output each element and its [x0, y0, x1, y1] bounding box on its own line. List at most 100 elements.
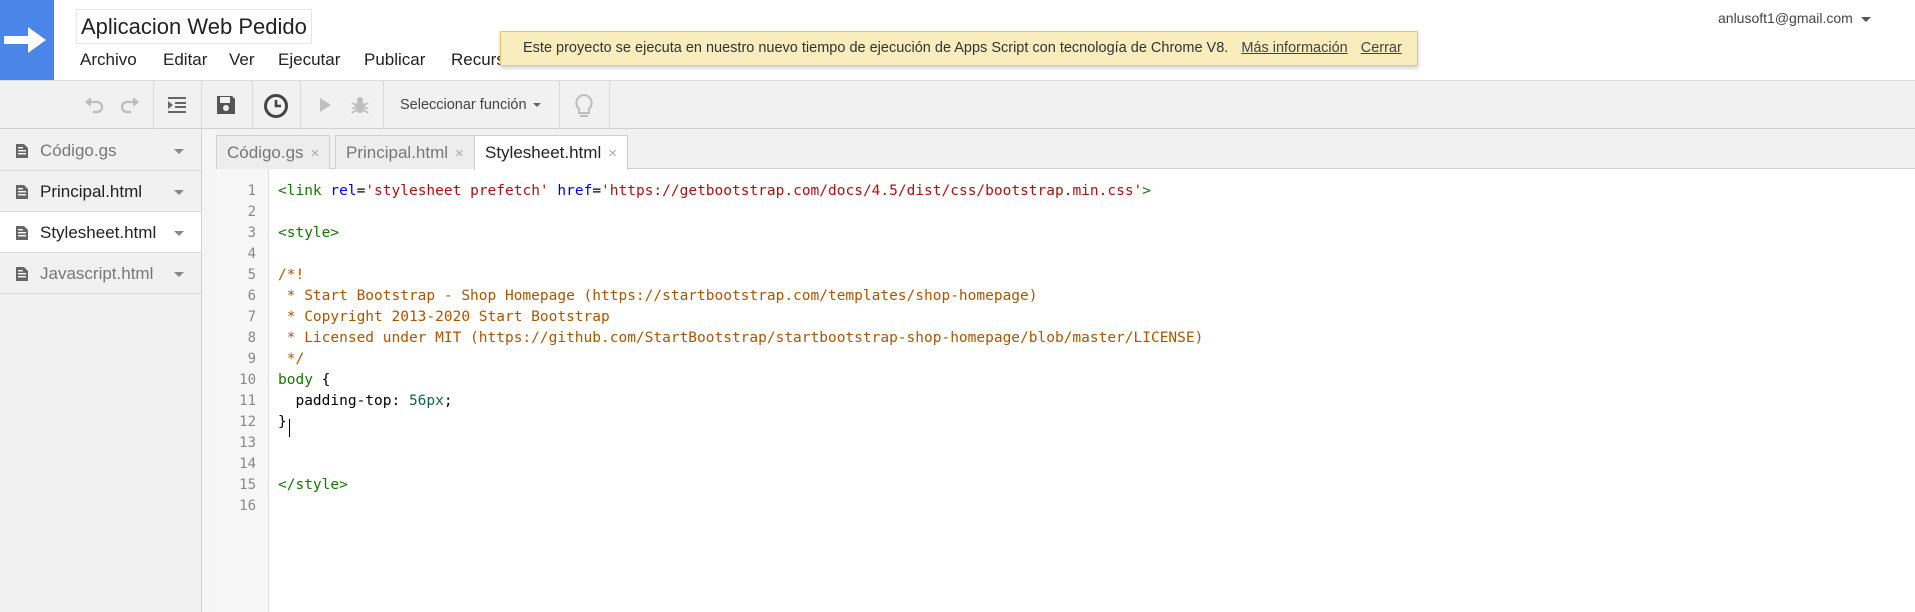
line-number: 2 [247, 204, 256, 220]
line-number: 10 [239, 372, 256, 388]
undo-button[interactable] [79, 90, 109, 120]
code-token: * Licensed under MIT (https://github.com… [278, 330, 1204, 346]
toolbar: Seleccionar función [0, 80, 1915, 129]
code-line[interactable]: /*! [278, 265, 304, 286]
code-line[interactable]: * Copyright 2013-2020 Start Bootstrap [278, 307, 610, 328]
notice-message: Este proyecto se ejecuta en nuestro nuev… [523, 40, 1229, 56]
close-icon[interactable]: × [311, 145, 320, 162]
account-email: anlusoft1@gmail.com [1718, 10, 1853, 26]
chevron-down-icon[interactable] [174, 190, 184, 195]
code-line[interactable]: } [278, 412, 287, 433]
file-item-codigo-gs[interactable]: Código.gs [0, 130, 201, 171]
indent-icon [168, 97, 186, 113]
debug-button[interactable] [345, 90, 375, 120]
chevron-down-icon [1860, 16, 1871, 22]
redo-button[interactable] [115, 90, 145, 120]
tab-stylesheet-html[interactable]: Stylesheet.html × [474, 135, 628, 170]
code-line[interactable]: </style> [278, 475, 348, 496]
line-number: 7 [247, 309, 256, 325]
code-token: padding-top: [278, 393, 409, 409]
hint-button[interactable] [569, 90, 599, 120]
line-number: 11 [239, 393, 256, 409]
v8-runtime-notice: Este proyecto se ejecuta en nuestro nuev… [500, 31, 1418, 66]
menu-ejecutar[interactable]: Ejecutar [278, 48, 340, 72]
editor-tab-bar: Código.gs × Principal.html × Stylesheet.ht… [216, 129, 1915, 170]
line-number: 16 [239, 498, 256, 514]
project-title[interactable]: Aplicacion Web Pedido [76, 9, 312, 44]
chevron-down-icon[interactable] [174, 149, 184, 154]
file-name: Javascript.html [40, 264, 154, 283]
code-token: * Start Bootstrap - Shop Homepage (https… [278, 288, 1038, 304]
code-token: href [557, 183, 593, 199]
file-name: Stylesheet.html [40, 223, 157, 242]
code-token: 56px [408, 393, 444, 409]
code-token: * Copyright 2013-2020 Start Bootstrap [278, 309, 610, 325]
save-icon [217, 96, 235, 114]
play-icon [320, 98, 331, 112]
code-line[interactable]: * Start Bootstrap - Shop Homepage (https… [278, 286, 1038, 307]
bug-icon [351, 97, 369, 114]
code-line[interactable]: <link rel='stylesheet prefetch' href='ht… [278, 181, 1151, 202]
line-number: 9 [247, 351, 256, 367]
apps-script-logo[interactable] [0, 0, 54, 80]
code-token: <link [278, 183, 322, 199]
menu-publicar[interactable]: Publicar [364, 48, 425, 72]
more-info-link[interactable]: Más información [1241, 40, 1347, 56]
editor-left-strip [202, 129, 217, 612]
run-button[interactable] [309, 90, 339, 120]
line-number: 15 [239, 477, 256, 493]
clock-icon [264, 94, 288, 118]
tab-label: Código.gs [227, 143, 304, 162]
chevron-down-icon[interactable] [174, 272, 184, 277]
toolbar-divider [300, 81, 301, 129]
line-number: 13 [239, 435, 256, 451]
code-token: { [312, 372, 331, 388]
line-number: 12 [239, 414, 256, 430]
menu-editar[interactable]: Editar [163, 48, 207, 72]
file-item-stylesheet-html[interactable]: Stylesheet.html [0, 212, 201, 253]
lightbulb-icon [575, 93, 593, 117]
file-list-sidebar: Código.gs Principal.html Stylesheet.html… [0, 129, 202, 612]
text-cursor [289, 419, 290, 437]
account-menu[interactable]: anlusoft1@gmail.com [1718, 10, 1871, 26]
file-item-javascript-html[interactable]: Javascript.html [0, 253, 201, 294]
close-icon[interactable]: × [608, 145, 617, 162]
code-token: body [278, 372, 313, 388]
code-line[interactable]: body { [278, 370, 330, 391]
undo-icon [85, 97, 104, 114]
select-function-dropdown[interactable]: Seleccionar función [400, 97, 541, 113]
file-item-principal-html[interactable]: Principal.html [0, 171, 201, 212]
code-line[interactable]: */ [278, 349, 304, 370]
code-token: 'https://getbootstrap.com/docs/4.5/dist/… [601, 183, 1143, 199]
close-icon[interactable]: × [455, 145, 464, 162]
code-token: */ [278, 351, 305, 367]
line-number: 3 [247, 225, 256, 241]
line-number-gutter: 1 2 3 4 5 6 7 8 9 10 11 12 13 14 15 16 [216, 169, 269, 612]
document-icon [16, 226, 28, 240]
line-number: 1 [247, 183, 256, 199]
code-line[interactable]: <style> [278, 223, 339, 244]
toolbar-divider [201, 81, 202, 129]
file-name: Código.gs [40, 141, 117, 160]
triggers-button[interactable] [260, 90, 290, 120]
tab-codigo-gs[interactable]: Código.gs × [216, 135, 331, 169]
line-number: 5 [247, 267, 256, 283]
code-token: rel [330, 183, 357, 199]
chevron-down-icon[interactable] [174, 231, 184, 236]
menu-archivo[interactable]: Archivo [80, 48, 137, 72]
line-number: 8 [247, 330, 256, 346]
code-line[interactable]: padding-top: 56px; [278, 391, 452, 412]
menu-ver[interactable]: Ver [229, 48, 255, 72]
code-line[interactable]: * Licensed under MIT (https://github.com… [278, 328, 1204, 349]
close-notice-link[interactable]: Cerrar [1361, 40, 1402, 56]
code-token: = [592, 183, 602, 199]
line-number: 14 [239, 456, 256, 472]
toolbar-divider [559, 81, 560, 129]
tab-label: Principal.html [346, 143, 449, 162]
line-number: 6 [247, 288, 256, 304]
indent-button[interactable] [162, 90, 192, 120]
arrow-right-icon [4, 27, 46, 53]
code-token: /*! [278, 267, 305, 283]
save-button[interactable] [211, 90, 241, 120]
tab-principal-html[interactable]: Principal.html × [335, 135, 475, 169]
